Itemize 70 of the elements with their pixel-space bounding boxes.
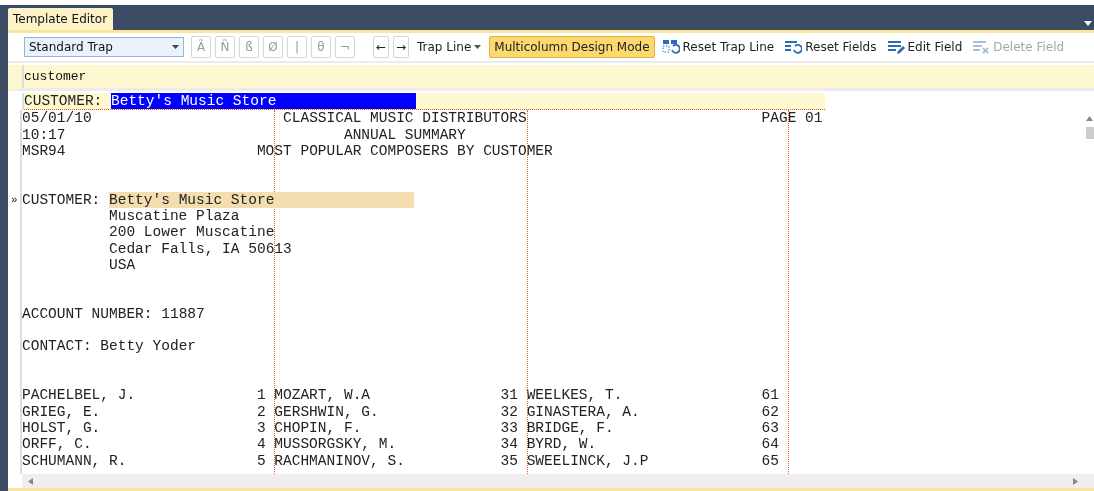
composer-name: MUSSORGSKY, M. xyxy=(274,436,397,453)
rank-number: 33 xyxy=(500,419,518,437)
rank-number: 32 xyxy=(500,403,518,420)
rank-number: 1 xyxy=(256,387,266,404)
rank-number: 35 xyxy=(500,452,518,469)
arrow-button[interactable]: ← xyxy=(373,36,389,58)
design-mode-toggle[interactable]: Multicolumn Design Mode xyxy=(489,36,655,58)
rank-number: 65 xyxy=(761,452,779,469)
trap-line-menu[interactable]: Trap Line xyxy=(413,40,486,54)
composer-name: CHOPIN, F. xyxy=(274,419,362,437)
page-number: PAGE 01 xyxy=(761,110,823,127)
composer-name: SWEELINCK, J.P xyxy=(526,452,649,469)
rank-number: 5 xyxy=(256,452,266,469)
current-line-marker: » xyxy=(11,192,18,208)
composer-name: BYRD, W. xyxy=(526,436,597,453)
scroll-up-icon[interactable] xyxy=(1086,116,1093,122)
trap-line-value[interactable]: Betty's Music Store xyxy=(111,93,416,110)
composer-name: HOLST, G. xyxy=(22,419,101,437)
rank-number: 61 xyxy=(761,387,779,404)
search-field[interactable]: customer xyxy=(8,65,1094,91)
composer-name: GRIEG, E. xyxy=(22,403,101,420)
report-text: USA xyxy=(109,256,136,273)
trap-line-label: CUSTOMER: xyxy=(24,93,103,110)
rank-number: 4 xyxy=(256,436,266,453)
rank-number: 31 xyxy=(500,387,518,404)
composer-name: RACHMANINOV, S. xyxy=(274,452,405,469)
rank-number: 62 xyxy=(761,403,779,420)
composer-name: ORFF, C. xyxy=(22,436,92,453)
composer-name: GERSHWIN, G. xyxy=(274,403,379,420)
composer-name: MOZART, W.A xyxy=(274,387,371,404)
report-title: ANNUAL SUMMARY xyxy=(342,126,466,143)
composer-name: BRIDGE, F. xyxy=(526,419,614,437)
horizontal-scrollbar[interactable] xyxy=(22,474,1094,488)
report-text: Muscatine Plaza xyxy=(109,208,240,225)
report-text: ACCOUNT NUMBER: 11887 xyxy=(22,305,205,322)
dropdown-caret-icon xyxy=(474,45,482,49)
report-text: 05/01/10 xyxy=(22,110,92,127)
report-title: MOST POPULAR COMPOSERS BY CUSTOMER xyxy=(255,142,553,160)
composer-name: SCHUMANN, R. xyxy=(22,452,127,469)
reset-layout-icon xyxy=(661,39,680,55)
rank-number: 63 xyxy=(761,419,779,437)
reset-list-icon xyxy=(784,39,803,55)
delete-list-icon xyxy=(972,39,991,55)
scroll-thumb[interactable] xyxy=(1085,127,1094,140)
composer-name: WEELKES, T. xyxy=(526,387,623,404)
report-text: 200 Lower Muscatine xyxy=(109,224,275,241)
dropdown-caret-icon[interactable] xyxy=(1084,21,1092,26)
report-text: Cedar Falls, IA 50613 xyxy=(109,240,292,257)
rank-number: 2 xyxy=(256,403,266,420)
reset-line-button[interactable]: Reset Trap Line xyxy=(658,39,778,55)
matched-field: Betty's Music Store xyxy=(109,191,414,209)
composer-name: GINASTERA, A. xyxy=(526,403,640,420)
dropdown-caret-icon xyxy=(172,45,179,49)
edit-button[interactable]: Edit Field xyxy=(883,39,966,55)
report-title: CLASSICAL MUSIC DISTRIBUTORS xyxy=(282,110,527,127)
rank-number: 64 xyxy=(761,436,779,453)
editor-tab[interactable]: Template Editor xyxy=(8,8,114,30)
report-text: MSR94 xyxy=(22,142,66,160)
report-text: CUSTOMER: xyxy=(22,191,101,209)
arrow-button[interactable]: → xyxy=(393,36,409,58)
scroll-right-icon[interactable] xyxy=(1073,477,1078,485)
scroll-left-icon[interactable] xyxy=(28,477,33,485)
composer-name: PACHELBEL, J. xyxy=(22,387,136,404)
report-text: CONTACT: Betty Yoder xyxy=(22,338,197,355)
trap-type-dropdown[interactable]: Standard Trap xyxy=(24,37,184,57)
rank-number: 34 xyxy=(500,436,518,453)
reset-fields-button[interactable]: Reset Fields xyxy=(781,39,880,55)
rank-number: 3 xyxy=(256,419,266,437)
report-text: 10:17 xyxy=(22,126,66,143)
edit-list-icon xyxy=(886,39,905,55)
